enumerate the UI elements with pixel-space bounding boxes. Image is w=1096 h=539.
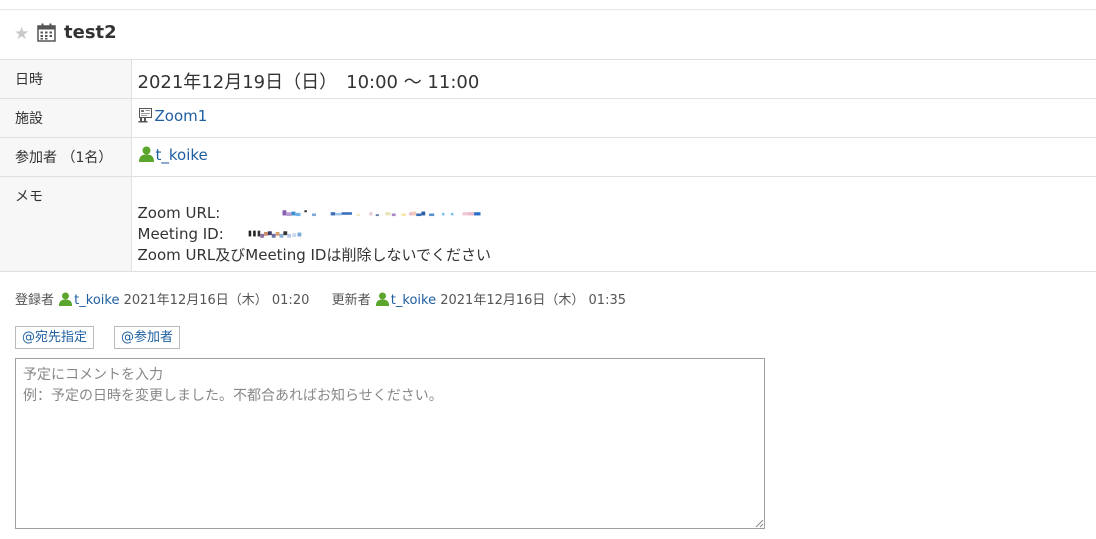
row-facility: 施設 Zoom1 [0,98,1096,138]
facility-icon [138,108,152,123]
row-datetime: 日時 2021年12月19日（日） 10:00 〜 11:00 [0,59,1096,99]
schedule-header: ★ test2 [0,10,1096,59]
memo-label: メモ [15,189,43,205]
datetime-value: 2021年12月19日（日） 10:00 〜 11:00 [137,72,480,93]
mention-participants-button[interactable]: @参加者 [114,326,181,349]
zoom-url-label: Zoom URL: [137,204,221,222]
updated-label: 更新者 [331,293,371,308]
meeting-id-label: Meeting ID: [137,225,224,243]
participant-link[interactable]: t_koike [156,146,208,164]
user-icon [138,146,154,162]
comment-input[interactable] [15,358,765,529]
schedule-title: test2 [64,22,117,43]
row-memo: メモ Zoom URL: Meeting ID: Zoom URL及びMeeti… [0,176,1096,272]
participants-label: 参加者 （1名） [15,150,113,166]
memo-zoom-url-line: Zoom URL: [138,203,1096,224]
user-icon [375,292,389,306]
calendar-icon [37,23,56,42]
registered-user-link[interactable]: t_koike [74,293,119,308]
memo-meeting-id-line: Meeting ID: [138,224,1096,245]
memo-content: Zoom URL: Meeting ID: Zoom URL及びMeeting … [138,177,1096,266]
redacted-meeting-id [248,230,301,238]
facility-link[interactable]: Zoom1 [155,107,208,125]
resize-grip-icon[interactable] [754,518,764,528]
schedule-detail-table: 日時 2021年12月19日（日） 10:00 〜 11:00 施設 Zoom1… [0,59,1096,272]
registered-label: 登録者 [15,293,55,308]
registered-at: 2021年12月16日（木） 01:20 [123,293,310,308]
user-icon [59,292,73,306]
mention-recipient-button[interactable]: @宛先指定 [15,326,95,349]
updated-at: 2021年12月16日（木） 01:35 [440,293,626,308]
registration-info: 登録者 t_koike 2021年12月16日（木） 01:20 更新者 t_k… [15,289,626,308]
datetime-label: 日時 [15,72,43,88]
redacted-zoom-url [282,210,481,217]
row-participants: 参加者 （1名） t_koike [0,137,1096,177]
updated-user-link[interactable]: t_koike [391,293,436,308]
memo-note: Zoom URL及びMeeting IDは削除しないでください [137,246,492,264]
facility-label: 施設 [15,111,43,127]
star-icon[interactable]: ★ [14,25,29,43]
